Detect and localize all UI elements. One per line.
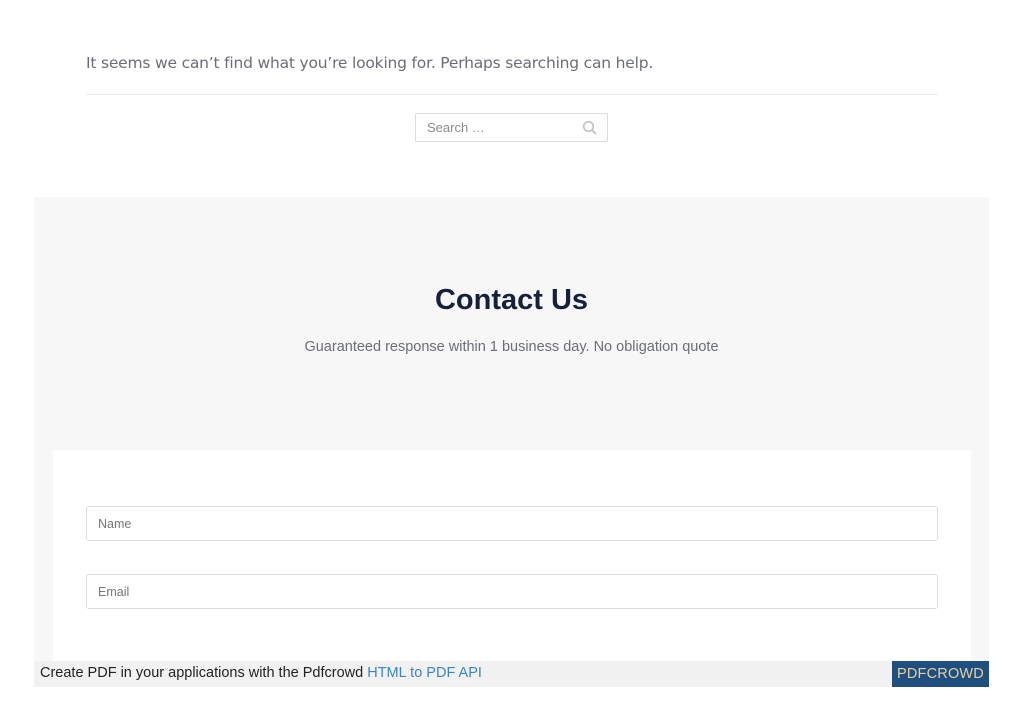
pdfcrowd-badge[interactable]: PDFCROWD (892, 661, 989, 687)
contact-form-card (53, 450, 971, 667)
pdf-footer-label: Create PDF in your applications with the… (40, 665, 368, 681)
search-input[interactable] (416, 114, 576, 141)
not-found-message: It seems we can’t find what you’re looki… (86, 54, 654, 72)
contact-title: Contact Us (434, 284, 589, 316)
contact-subtitle: Guaranteed response within 1 business da… (304, 339, 719, 355)
html-to-pdf-api-link[interactable]: HTML to PDF API (367, 665, 482, 681)
search-icon (582, 120, 597, 135)
name-field[interactable] (86, 506, 938, 541)
divider (86, 94, 938, 95)
search-form (415, 113, 608, 142)
pdf-footer-text: Create PDF in your applications with the… (40, 665, 482, 681)
search-button[interactable] (581, 119, 599, 137)
email-field[interactable] (86, 574, 938, 609)
